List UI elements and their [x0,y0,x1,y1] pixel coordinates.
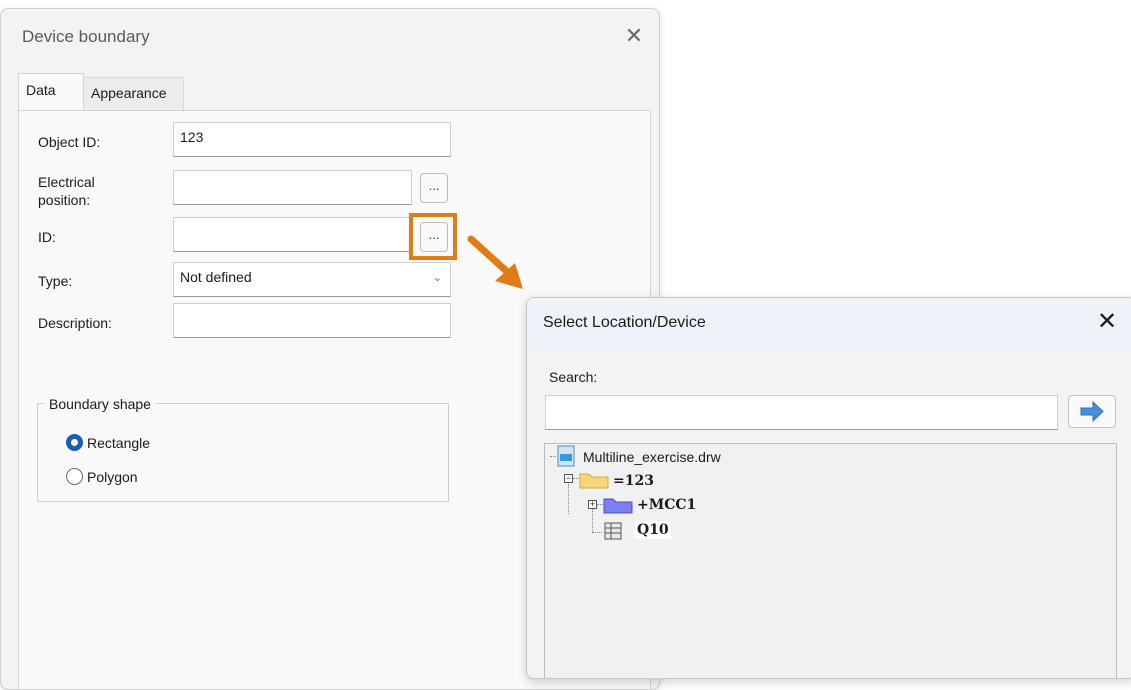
arrow-icon [467,235,523,289]
electrical-position-browse-button[interactable]: ... [420,173,448,203]
location-tree: Multiline_exercise.drw − =123 + +MCC1 Q1… [544,443,1117,678]
expand-icon[interactable]: + [588,500,597,509]
folder-icon [579,473,609,489]
electrical-position-label-line1: Electrical [38,174,95,190]
close-icon[interactable]: ✕ [1095,310,1119,334]
search-input[interactable] [545,395,1058,430]
tree-node-label[interactable]: =123 [613,472,654,490]
id-browse-highlight [409,213,457,260]
tab-appearance[interactable]: Appearance [84,77,184,113]
tree-node-label[interactable]: +MCC1 [637,496,696,514]
tab-data[interactable]: Data [18,73,84,110]
id-label: ID: [38,229,56,245]
tree-connector [592,508,593,532]
folder-icon [603,498,633,514]
tree-connector [550,456,556,457]
drawing-file-icon [557,445,575,467]
type-select[interactable]: Not defined ⌄ [173,262,451,297]
rectangle-label[interactable]: Rectangle [87,434,150,452]
arrow-right-icon [1080,400,1104,423]
electrical-position-label-line2: position: [38,192,91,208]
object-id-label: Object ID: [38,134,101,150]
rectangle-radio[interactable] [66,434,83,451]
id-field[interactable] [173,217,412,252]
tree-connector [592,532,602,533]
device-icon [604,522,622,540]
description-label: Description: [38,315,112,331]
chevron-down-icon: ⌄ [432,272,442,284]
tree-node-label[interactable]: Q10 [635,521,671,539]
boundary-shape-group [37,403,449,502]
search-label: Search: [549,369,598,385]
electrical-position-label: Electrical position: [38,173,95,209]
select-location-dialog: Select Location/Device ✕ Search: Multili… [526,297,1131,679]
type-value: Not defined [180,269,252,285]
polygon-radio[interactable] [66,468,83,485]
boundary-shape-legend: Boundary shape [45,396,155,412]
search-go-button[interactable] [1068,395,1116,428]
close-icon[interactable]: ✕ [623,25,645,47]
object-id-field[interactable]: 123 [173,122,451,157]
object-id-value: 123 [180,129,204,145]
collapse-icon[interactable]: − [564,474,573,483]
tree-connector [568,484,569,514]
polygon-label[interactable]: Polygon [87,468,138,486]
type-label: Type: [38,273,73,289]
select-dialog-title: Select Location/Device [543,314,706,331]
dialog-title: Device boundary [22,27,150,46]
electrical-position-field[interactable] [173,170,412,205]
tree-root-label[interactable]: Multiline_exercise.drw [583,448,721,466]
description-field[interactable] [173,303,451,338]
